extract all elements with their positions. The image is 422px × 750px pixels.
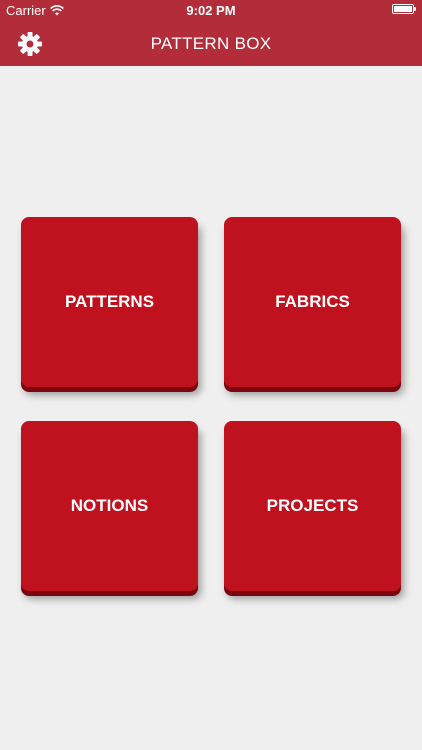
notions-tile-label: NOTIONS	[70, 496, 149, 515]
fabrics-tile-label: FABRICS	[275, 292, 350, 311]
page-title: PATTERN BOX	[150, 34, 272, 53]
notions-tile[interactable]: NOTIONS	[21, 421, 198, 591]
status-time: 9:02 PM	[186, 3, 236, 18]
projects-tile-label: PROJECTS	[266, 496, 359, 515]
patterns-tile[interactable]: PATTERNS	[21, 217, 198, 387]
status-bar: Carrier 9:02 PM	[0, 0, 422, 22]
fabrics-tile[interactable]: FABRICS	[224, 217, 401, 387]
status-right	[392, 4, 416, 14]
patterns-tile-label: PATTERNS	[64, 292, 155, 311]
nav-bar: PATTERN BOX	[0, 22, 422, 66]
projects-tile[interactable]: PROJECTS	[224, 421, 401, 591]
battery-icon	[392, 4, 416, 14]
